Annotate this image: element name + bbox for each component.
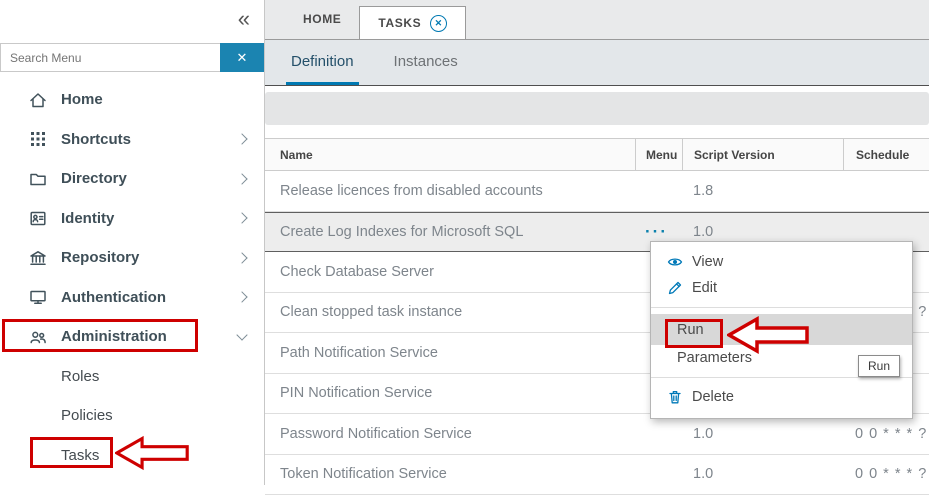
- column-header-menu: Menu: [635, 139, 682, 170]
- sidebar-subitem-label: Roles: [61, 368, 99, 385]
- task-name-cell: Release licences from disabled accounts: [265, 171, 635, 211]
- sidebar-subitem-label: Policies: [61, 407, 113, 424]
- task-menu-cell: [635, 171, 682, 211]
- table-header: Name Menu Script Version Schedule: [265, 138, 929, 171]
- search-bar: ✕: [0, 43, 264, 72]
- sidebar-item-identity[interactable]: Identity: [0, 199, 264, 239]
- schedule-cell: [843, 171, 929, 211]
- sidebar-menu: Home Shortcuts Directory Identity Reposi…: [0, 80, 264, 475]
- context-menu-divider: [651, 307, 912, 308]
- task-name-cell: Create Log Indexes for Microsoft SQL: [265, 213, 635, 252]
- subtab-bar: Definition Instances: [265, 40, 929, 86]
- folder-icon: [28, 169, 48, 189]
- context-menu-item-view[interactable]: View: [651, 249, 912, 275]
- task-name-cell: Check Database Server: [265, 252, 635, 292]
- column-header-name: Name: [265, 139, 635, 170]
- sidebar-item-home[interactable]: Home: [0, 80, 264, 120]
- row-actions-ellipsis-icon[interactable]: ···: [645, 222, 668, 242]
- task-name-cell: Path Notification Service: [265, 333, 635, 373]
- sidebar: « ✕ Home Shortcuts Directory Identity Re…: [0, 0, 265, 485]
- sidebar-item-directory[interactable]: Directory: [0, 159, 264, 199]
- subtab-definition[interactable]: Definition: [286, 40, 359, 85]
- sidebar-item-label: Shortcuts: [61, 131, 131, 148]
- sidebar-item-label: Identity: [61, 210, 114, 227]
- display-icon: [28, 287, 48, 307]
- context-menu-divider: [651, 377, 912, 378]
- sidebar-item-label: Repository: [61, 249, 139, 266]
- context-menu-label: Edit: [692, 280, 717, 296]
- eye-icon: [667, 254, 683, 270]
- task-name-cell: Password Notification Service: [265, 414, 635, 454]
- context-menu-label: Delete: [692, 389, 734, 405]
- sidebar-item-administration[interactable]: Administration: [0, 317, 264, 357]
- sidebar-subitem-policies[interactable]: Policies: [0, 396, 264, 436]
- column-header-schedule: Schedule: [843, 139, 929, 170]
- sidebar-header: «: [0, 0, 264, 40]
- sidebar-subitem-label: Tasks: [61, 447, 99, 464]
- task-name-cell: Token Notification Service: [265, 455, 635, 495]
- tab-home[interactable]: HOME: [285, 0, 359, 39]
- collapse-sidebar-button[interactable]: «: [238, 4, 250, 34]
- sidebar-item-authentication[interactable]: Authentication: [0, 278, 264, 318]
- task-menu-cell: [635, 414, 682, 454]
- tab-tasks[interactable]: TASKS ✕: [359, 6, 466, 39]
- id-badge-icon: [28, 208, 48, 228]
- context-menu-item-run[interactable]: Run: [651, 314, 912, 345]
- sidebar-subitem-roles[interactable]: Roles: [0, 357, 264, 397]
- bank-icon: [28, 248, 48, 268]
- sidebar-item-label: Administration: [61, 328, 167, 345]
- context-menu: View Edit Run Parameters Delete Run: [650, 241, 913, 419]
- tab-tasks-label: TASKS: [378, 16, 421, 30]
- chevron-down-icon: [236, 329, 247, 340]
- column-header-script-version: Script Version: [682, 139, 843, 170]
- context-menu-item-delete[interactable]: Delete: [651, 384, 912, 410]
- sidebar-subitem-tasks[interactable]: Tasks: [0, 436, 264, 476]
- task-menu-cell: [635, 455, 682, 495]
- sidebar-item-label: Authentication: [61, 289, 166, 306]
- search-input[interactable]: [0, 43, 220, 72]
- chevron-right-icon: [236, 173, 247, 184]
- chevron-right-icon: [236, 292, 247, 303]
- schedule-cell: 0 0 * * * ?: [843, 414, 929, 454]
- chevron-right-icon: [236, 213, 247, 224]
- grid-icon: [28, 129, 48, 149]
- tab-close-icon[interactable]: ✕: [430, 15, 447, 32]
- table-row[interactable]: Release licences from disabled accounts …: [265, 171, 929, 212]
- trash-icon: [667, 389, 683, 405]
- run-tooltip: Run: [858, 355, 900, 377]
- filter-strip: [265, 92, 929, 125]
- table-row[interactable]: Password Notification Service 1.0 0 0 * …: [265, 414, 929, 455]
- schedule-cell: 0 0 * * * ?: [843, 455, 929, 495]
- script-version-cell: 1.8: [682, 171, 843, 211]
- sidebar-item-repository[interactable]: Repository: [0, 238, 264, 278]
- tab-bar: HOME TASKS ✕: [265, 0, 929, 40]
- sidebar-item-label: Directory: [61, 170, 127, 187]
- chevron-right-icon: [236, 252, 247, 263]
- context-menu-label: View: [692, 254, 723, 270]
- pencil-icon: [667, 280, 683, 296]
- context-menu-label: Run: [677, 322, 704, 338]
- context-menu-label: Parameters: [677, 350, 752, 366]
- subtab-instances[interactable]: Instances: [389, 40, 463, 85]
- tab-home-label: HOME: [303, 12, 341, 26]
- search-clear-button[interactable]: ✕: [220, 43, 264, 72]
- sidebar-item-label: Home: [61, 91, 103, 108]
- context-menu-item-edit[interactable]: Edit: [651, 275, 912, 301]
- script-version-cell: 1.0: [682, 455, 843, 495]
- home-icon: [28, 90, 48, 110]
- users-icon: [28, 327, 48, 347]
- task-name-cell: Clean stopped task instance: [265, 293, 635, 333]
- chevron-right-icon: [236, 134, 247, 145]
- script-version-cell: 1.0: [682, 414, 843, 454]
- task-name-cell: PIN Notification Service: [265, 374, 635, 414]
- table-row[interactable]: Token Notification Service 1.0 0 0 * * *…: [265, 455, 929, 495]
- sidebar-item-shortcuts[interactable]: Shortcuts: [0, 120, 264, 160]
